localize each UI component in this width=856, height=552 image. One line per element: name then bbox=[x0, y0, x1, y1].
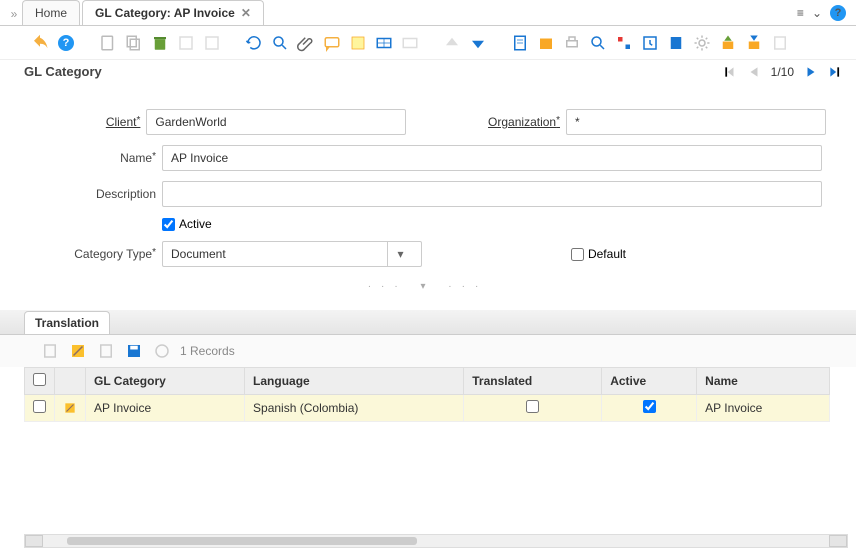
table-row[interactable]: AP Invoice Spanish (Colombia) AP Invoice bbox=[25, 395, 830, 422]
default-label: Default bbox=[588, 247, 626, 261]
splitter-handle[interactable]: ··· ▾ ··· bbox=[30, 277, 826, 300]
menu-icon[interactable]: ≡ bbox=[797, 6, 804, 20]
save-icon[interactable] bbox=[176, 33, 196, 53]
parent-up-icon[interactable] bbox=[442, 33, 462, 53]
record-counter: 1/10 bbox=[771, 65, 794, 79]
find-icon[interactable] bbox=[270, 33, 290, 53]
chat-icon[interactable] bbox=[322, 33, 342, 53]
horizontal-scrollbar[interactable] bbox=[24, 534, 848, 548]
import-icon[interactable] bbox=[744, 33, 764, 53]
sub-doc-icon[interactable] bbox=[96, 341, 116, 361]
description-label: Description bbox=[30, 187, 162, 201]
row-edit-icon[interactable] bbox=[63, 401, 77, 415]
col-active[interactable]: Active bbox=[602, 368, 697, 395]
prev-record-icon[interactable] bbox=[747, 65, 761, 79]
col-language[interactable]: Language bbox=[245, 368, 464, 395]
main-toolbar: ? bbox=[0, 26, 856, 60]
description-field[interactable] bbox=[162, 181, 822, 207]
client-label[interactable]: Client* bbox=[30, 115, 146, 129]
report-icon[interactable] bbox=[510, 33, 530, 53]
category-type-dropdown[interactable]: Document ▾ bbox=[162, 241, 422, 267]
attachment-icon[interactable] bbox=[296, 33, 316, 53]
organization-label[interactable]: Organization* bbox=[486, 115, 566, 129]
sub-save-icon[interactable] bbox=[124, 341, 144, 361]
header-select-all[interactable] bbox=[33, 373, 46, 386]
client-field[interactable] bbox=[146, 109, 406, 135]
cell-language: Spanish (Colombia) bbox=[245, 395, 464, 422]
save-new-icon[interactable] bbox=[202, 33, 222, 53]
app-window: { "tabs": { "home": "Home", "activeTitle… bbox=[0, 0, 856, 552]
col-name[interactable]: Name bbox=[697, 368, 830, 395]
close-icon[interactable]: ✕ bbox=[241, 6, 251, 20]
cell-gl-category: AP Invoice bbox=[86, 395, 245, 422]
cell-name: AP Invoice bbox=[697, 395, 830, 422]
requests-icon[interactable] bbox=[640, 33, 660, 53]
sub-edit-icon[interactable] bbox=[68, 341, 88, 361]
translation-table: GL Category Language Translated Active N… bbox=[24, 367, 830, 422]
product-info-icon[interactable] bbox=[666, 33, 686, 53]
tab-translation[interactable]: Translation bbox=[24, 311, 110, 334]
next-record-icon[interactable] bbox=[804, 65, 818, 79]
page-title: GL Category bbox=[24, 64, 102, 79]
export-icon[interactable] bbox=[718, 33, 738, 53]
tabs-scroll-left[interactable]: » bbox=[6, 7, 22, 21]
col-translated[interactable]: Translated bbox=[464, 368, 602, 395]
name-field[interactable] bbox=[162, 145, 822, 171]
tab-gl-category[interactable]: GL Category: AP Invoice ✕ bbox=[82, 0, 264, 25]
about-icon[interactable]: ? bbox=[56, 33, 76, 53]
cell-active[interactable] bbox=[643, 400, 656, 413]
archive-icon[interactable] bbox=[536, 33, 556, 53]
col-gl-category[interactable]: GL Category bbox=[86, 368, 245, 395]
csv-import-icon[interactable] bbox=[770, 33, 790, 53]
new-icon[interactable] bbox=[98, 33, 118, 53]
row-select[interactable] bbox=[33, 400, 46, 413]
subtab-bar: Translation bbox=[0, 311, 856, 335]
tab-bar: » Home GL Category: AP Invoice ✕ ≡ ⌄ ? bbox=[0, 0, 856, 26]
grid-extra-icon[interactable] bbox=[400, 33, 420, 53]
active-label: Active bbox=[179, 217, 212, 231]
sub-toolbar: 1 Records bbox=[0, 335, 856, 367]
zoom-across-icon[interactable] bbox=[588, 33, 608, 53]
category-type-label: Category Type* bbox=[30, 247, 162, 261]
name-label: Name* bbox=[30, 151, 162, 165]
undo-icon[interactable] bbox=[30, 33, 50, 53]
print-icon[interactable] bbox=[562, 33, 582, 53]
parent-down-icon[interactable] bbox=[468, 33, 488, 53]
organization-field[interactable] bbox=[566, 109, 826, 135]
form-area: Client* Organization* Name* Description … bbox=[0, 83, 856, 311]
note-icon[interactable] bbox=[348, 33, 368, 53]
default-checkbox[interactable] bbox=[571, 248, 584, 261]
sub-delete-icon[interactable] bbox=[152, 341, 172, 361]
expand-icon[interactable]: ⌄ bbox=[812, 6, 822, 20]
cell-translated[interactable] bbox=[526, 400, 539, 413]
tab-home[interactable]: Home bbox=[22, 0, 80, 25]
sub-new-icon[interactable] bbox=[40, 341, 60, 361]
help-icon[interactable]: ? bbox=[830, 5, 846, 21]
gear-icon[interactable] bbox=[692, 33, 712, 53]
grid-toggle-icon[interactable] bbox=[374, 33, 394, 53]
delete-icon[interactable] bbox=[150, 33, 170, 53]
active-checkbox[interactable] bbox=[162, 218, 175, 231]
refresh-icon[interactable] bbox=[244, 33, 264, 53]
active-workflow-icon[interactable] bbox=[614, 33, 634, 53]
title-bar: GL Category 1/10 bbox=[0, 60, 856, 83]
last-record-icon[interactable] bbox=[828, 65, 842, 79]
copy-icon[interactable] bbox=[124, 33, 144, 53]
chevron-down-icon: ▾ bbox=[387, 242, 413, 266]
sub-record-count: 1 Records bbox=[180, 344, 235, 358]
first-record-icon[interactable] bbox=[723, 65, 737, 79]
